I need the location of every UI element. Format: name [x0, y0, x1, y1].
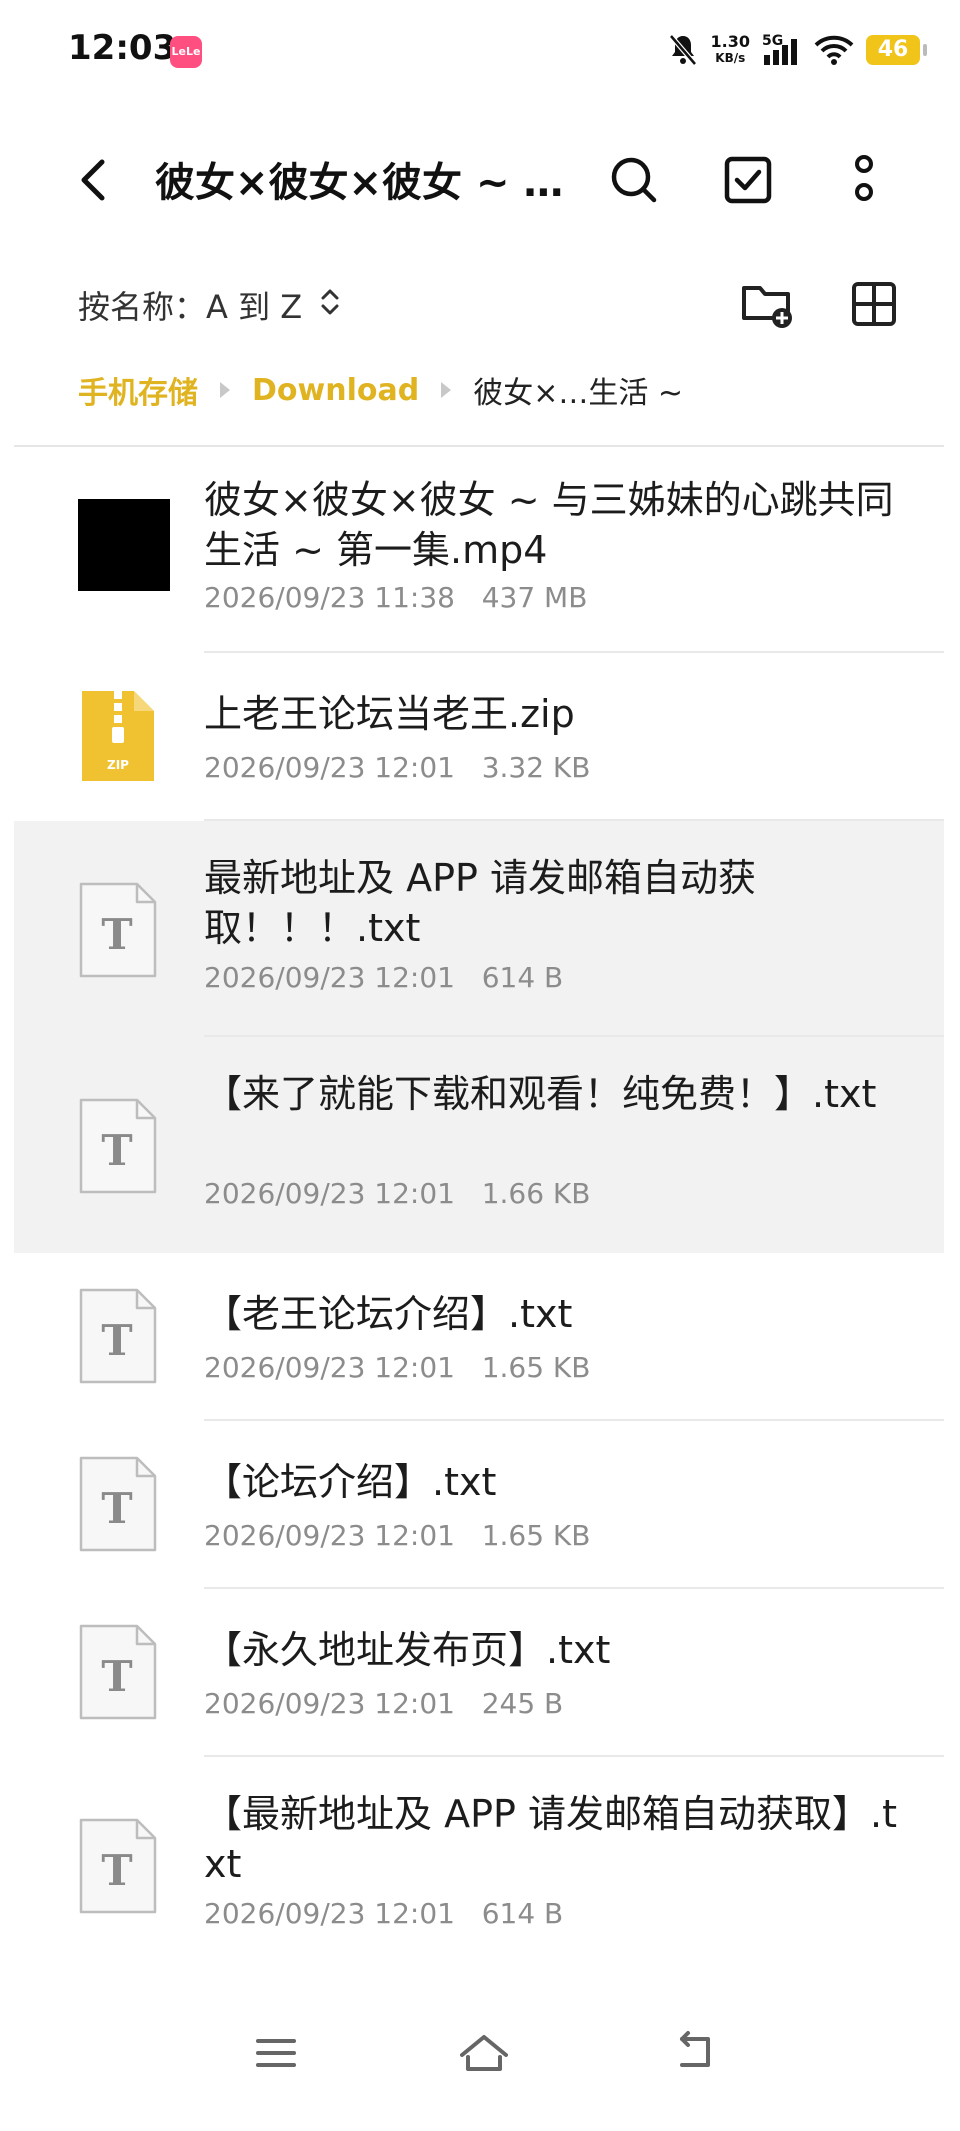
- file-meta: 2026/09/23 12:01 1.66 KB: [204, 1177, 591, 1210]
- home-icon[interactable]: [456, 2025, 512, 2081]
- wifi-icon: [814, 35, 854, 65]
- sort-value: A 到 Z: [206, 288, 303, 326]
- file-size: 614 B: [481, 961, 564, 994]
- file-date: 2026/09/23 11:38: [204, 581, 455, 614]
- file-date: 2026/09/23 12:01: [204, 961, 455, 994]
- file-list: 彼女×彼女×彼女 ~ 与三姊妹的心跳共同生活 ~ 第一集.mp4 2026/09…: [14, 447, 944, 1973]
- text-file-icon: T: [79, 1818, 157, 1914]
- file-meta: 2026/09/23 12:01 1.65 KB: [204, 1351, 591, 1384]
- file-meta: 2026/09/23 12:01 245 B: [204, 1687, 563, 1720]
- file-meta: 2026/09/23 12:01 614 B: [204, 1897, 563, 1930]
- cell-signal-icon: [764, 39, 797, 65]
- net-speed-value: 1.30: [710, 32, 750, 51]
- sort-row: 按名称：A 到 Z: [0, 262, 960, 342]
- file-row[interactable]: T 【老王论坛介绍】.txt 2026/09/23 12:01 1.65 KB: [14, 1253, 944, 1421]
- breadcrumb-phone-storage[interactable]: 手机存储: [78, 368, 198, 412]
- file-row[interactable]: T 【论坛介绍】.txt 2026/09/23 12:01 1.65 KB: [14, 1421, 944, 1589]
- file-size: 437 MB: [481, 581, 588, 614]
- page-title: 彼女×彼女×彼女 ~ …: [155, 160, 564, 206]
- text-file-icon: T: [79, 1288, 157, 1384]
- file-date: 2026/09/23 12:01: [204, 1177, 455, 1210]
- text-file-icon: T: [79, 882, 157, 978]
- text-file-icon: T: [79, 1098, 157, 1194]
- file-date: 2026/09/23 12:01: [204, 1687, 455, 1720]
- nav-back-icon[interactable]: [668, 2025, 724, 2081]
- battery-indicator: 46: [866, 35, 927, 65]
- text-file-icon: T: [79, 1456, 157, 1552]
- txt-icon-label: T: [101, 1652, 132, 1701]
- file-date: 2026/09/23 12:01: [204, 751, 455, 784]
- status-time: 12:03: [68, 28, 177, 68]
- file-row[interactable]: 彼女×彼女×彼女 ~ 与三姊妹的心跳共同生活 ~ 第一集.mp4 2026/09…: [14, 447, 944, 653]
- zip-file-icon: ZIP: [82, 691, 154, 781]
- file-row[interactable]: ZIP 上老王论坛当老王.zip 2026/09/23 12:01 3.32 K…: [14, 653, 944, 821]
- net-speed-unit: KB/s: [715, 51, 746, 65]
- file-row[interactable]: T 【最新地址及 APP 请发邮箱自动获取】.txt 2026/09/23 12…: [14, 1757, 944, 1973]
- text-file-icon: T: [79, 1624, 157, 1720]
- txt-icon-label: T: [101, 1846, 132, 1895]
- status-bar: 12:03 LeLe 1.30 KB/s 5G 46: [0, 0, 960, 110]
- app-notification-icon: LeLe: [170, 36, 202, 68]
- file-name: 彼女×彼女×彼女 ~ 与三姊妹的心跳共同生活 ~ 第一集.mp4: [204, 478, 894, 572]
- file-size: 245 B: [481, 1687, 564, 1720]
- file-size: 3.32 KB: [481, 751, 591, 784]
- txt-icon-label: T: [101, 1484, 132, 1533]
- breadcrumb-separator-icon: [441, 382, 452, 398]
- back-icon[interactable]: [68, 152, 124, 208]
- breadcrumb-separator-icon: [220, 382, 230, 398]
- signal-group: 5G: [762, 33, 802, 67]
- txt-icon-label: T: [101, 1126, 132, 1175]
- file-size: 614 B: [481, 1897, 564, 1930]
- txt-icon-label: T: [101, 910, 132, 959]
- net-speed: 1.30 KB/s: [711, 34, 750, 66]
- new-folder-icon[interactable]: [738, 276, 794, 332]
- file-row[interactable]: T 【永久地址发布页】.txt 2026/09/23 12:01 245 B: [14, 1589, 944, 1757]
- file-date: 2026/09/23 12:01: [204, 1351, 455, 1384]
- zip-icon-label: ZIP: [107, 758, 129, 772]
- breadcrumb-current-folder: 彼女×…生活 ~: [473, 376, 684, 411]
- file-meta: 2026/09/23 12:01 614 B: [204, 961, 563, 994]
- sort-selector[interactable]: 按名称：A 到 Z: [78, 282, 302, 328]
- grid-view-icon[interactable]: [846, 276, 902, 332]
- file-row[interactable]: T 最新地址及 APP 请发邮箱自动获取！！！.txt 2026/09/23 1…: [14, 821, 944, 1037]
- breadcrumb-download[interactable]: Download: [252, 373, 419, 408]
- toolbar: 彼女×彼女×彼女 ~ …: [0, 130, 960, 230]
- file-row[interactable]: T 【来了就能下载和观看！纯免费！】.txt 2026/09/23 12:01 …: [14, 1037, 944, 1253]
- file-meta: 2026/09/23 12:01 1.65 KB: [204, 1519, 591, 1552]
- file-meta: 2026/09/23 12:01 3.32 KB: [204, 751, 591, 784]
- file-name: 【永久地址发布页】.txt: [204, 1628, 611, 1672]
- search-icon[interactable]: [606, 152, 662, 208]
- file-date: 2026/09/23 12:01: [204, 1519, 455, 1552]
- more-vertical-icon[interactable]: [836, 152, 892, 208]
- file-size: 1.65 KB: [481, 1519, 591, 1552]
- recent-apps-icon[interactable]: [248, 2025, 304, 2081]
- file-size: 1.65 KB: [481, 1351, 591, 1384]
- file-date: 2026/09/23 12:01: [204, 1897, 455, 1930]
- video-thumbnail: [78, 499, 170, 591]
- sort-order-icon[interactable]: [318, 284, 342, 320]
- file-meta: 2026/09/23 11:38 437 MB: [204, 581, 587, 614]
- file-size: 1.66 KB: [481, 1177, 591, 1210]
- breadcrumb: 手机存储 Download 彼女×…生活 ~: [78, 360, 683, 420]
- file-name: 【老王论坛介绍】.txt: [204, 1292, 573, 1336]
- txt-icon-label: T: [101, 1316, 132, 1365]
- file-name: 【最新地址及 APP 请发邮箱自动获取】.txt: [204, 1792, 897, 1886]
- file-name: 【来了就能下载和观看！纯免费！】.txt: [204, 1072, 877, 1116]
- sort-label: 按名称：: [78, 288, 207, 326]
- file-name: 最新地址及 APP 请发邮箱自动获取！！！.txt: [204, 856, 756, 950]
- select-checkbox-icon[interactable]: [720, 152, 776, 208]
- silent-bell-icon: [668, 34, 697, 66]
- system-nav-bar: [0, 2005, 960, 2105]
- file-name: 上老王论坛当老王.zip: [204, 692, 575, 736]
- file-name: 【论坛介绍】.txt: [204, 1460, 497, 1504]
